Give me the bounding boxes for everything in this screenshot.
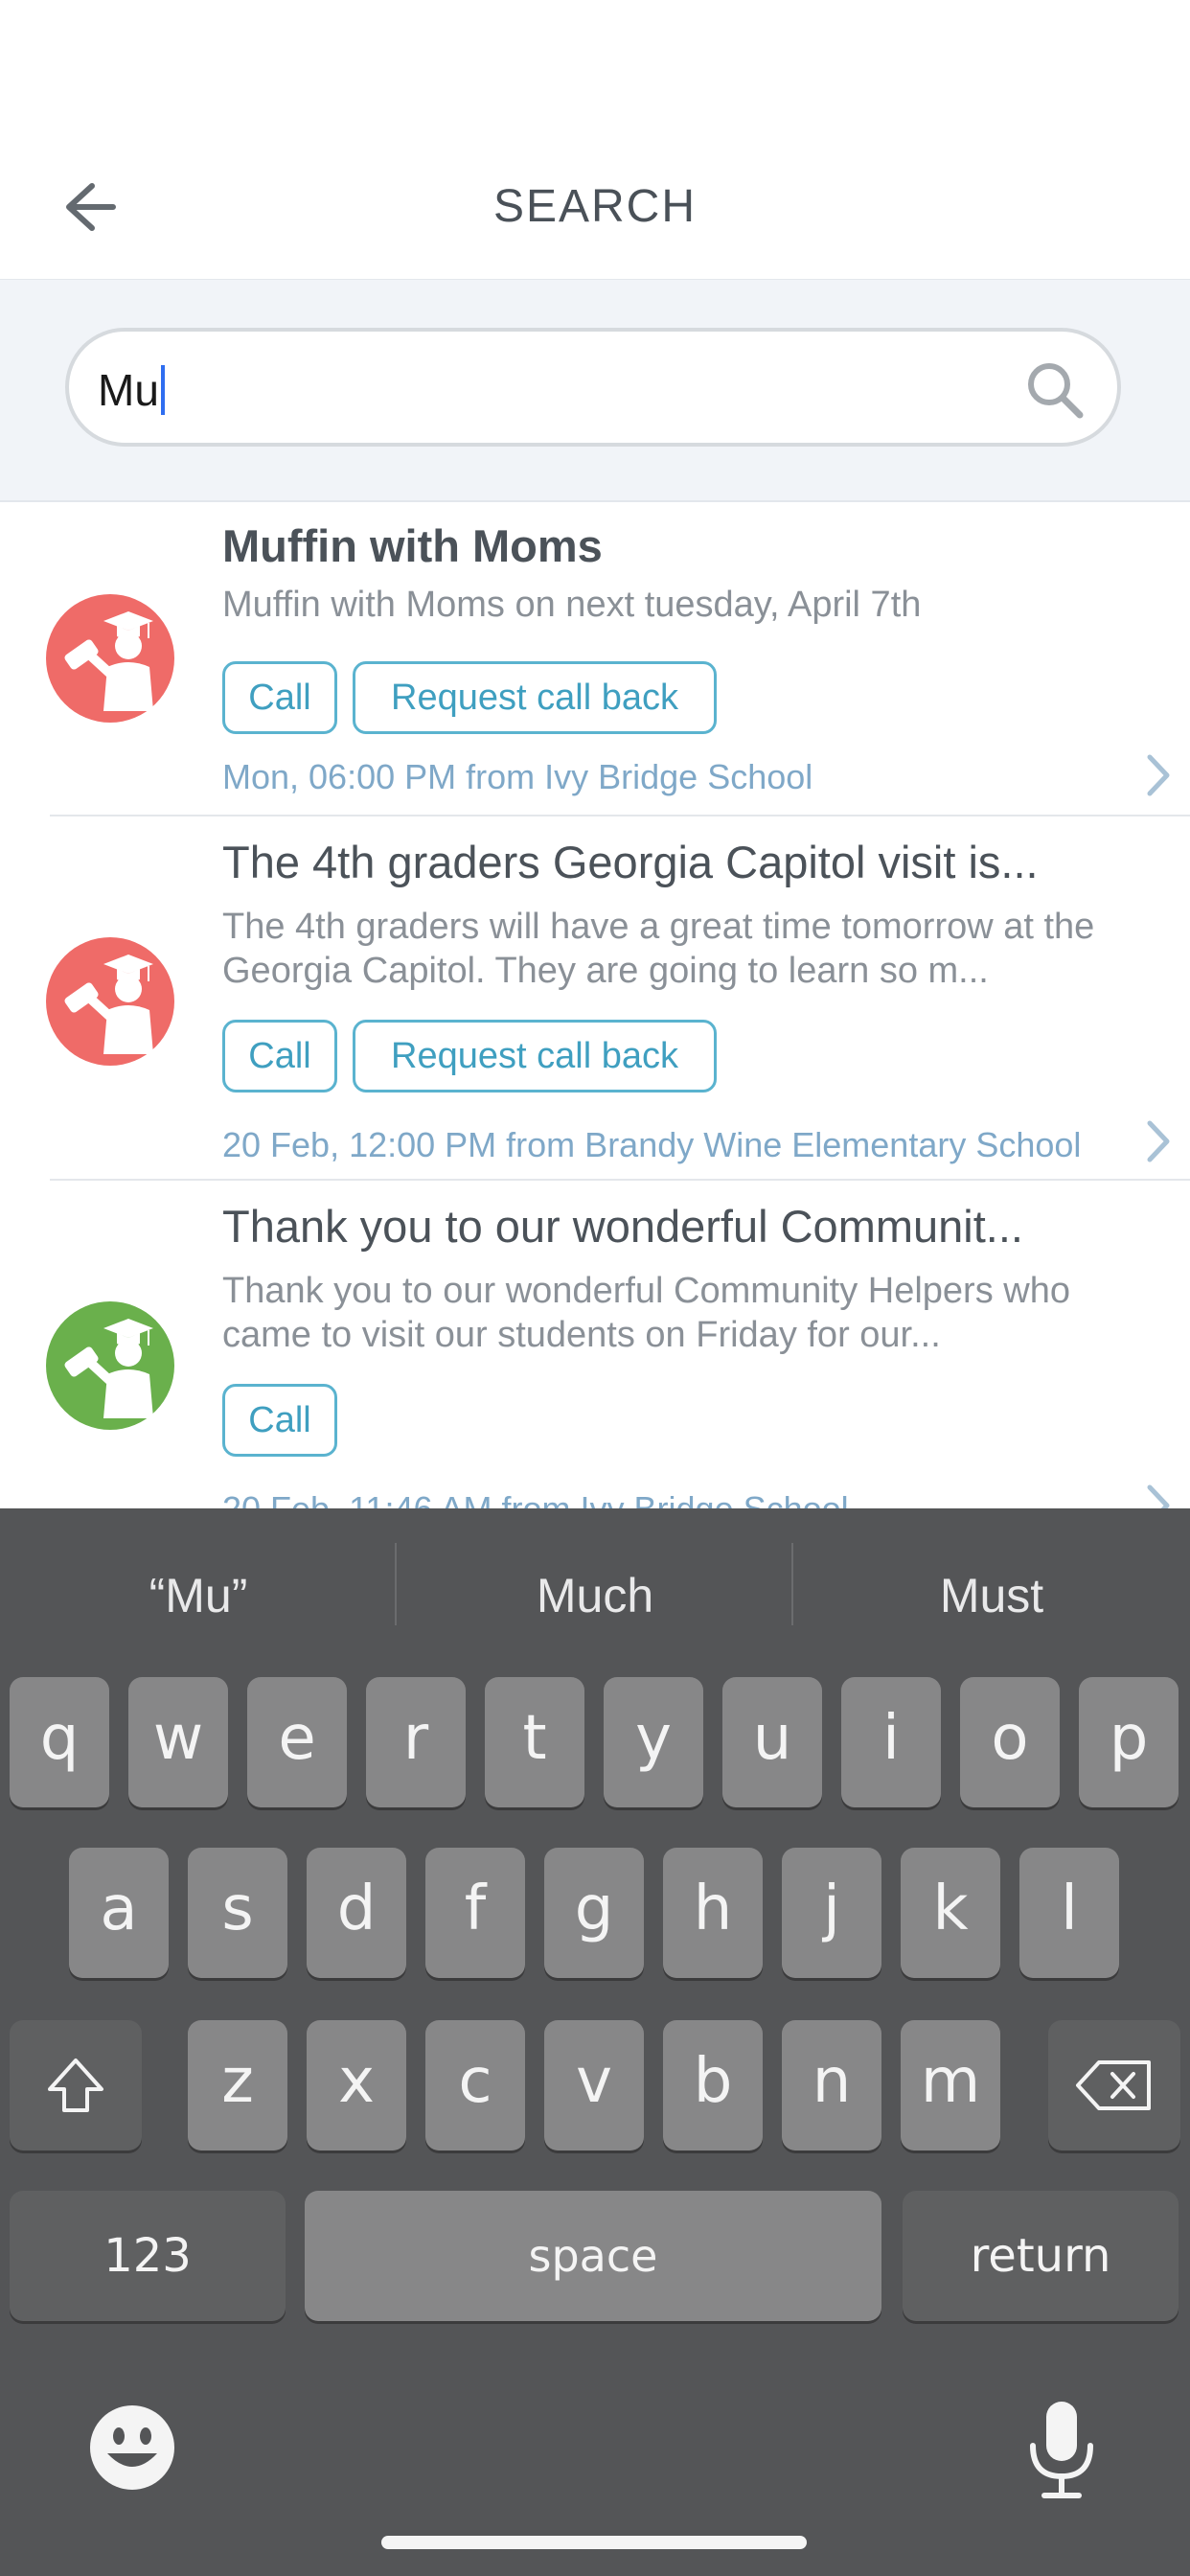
emoji-icon: [90, 2405, 174, 2490]
key-z[interactable]: z: [188, 2020, 287, 2150]
key-h[interactable]: h: [663, 1848, 763, 1978]
key-k[interactable]: k: [901, 1848, 1000, 1978]
key-t[interactable]: t: [485, 1677, 584, 1807]
header: SEARCH: [0, 0, 1190, 281]
graduate-icon: [64, 1319, 153, 1418]
home-indicator[interactable]: [381, 2536, 807, 2549]
key-m[interactable]: m: [901, 2020, 1000, 2150]
shift-key[interactable]: [10, 2020, 142, 2150]
key-g[interactable]: g: [544, 1848, 644, 1978]
result-body: The 4th graders will have a great time t…: [222, 907, 1095, 991]
graduate-icon: [64, 611, 153, 711]
avatar: [46, 594, 174, 723]
graduate-icon: [64, 954, 153, 1054]
avatar: [46, 1301, 174, 1430]
key-v[interactable]: v: [544, 2020, 644, 2150]
key-a[interactable]: a: [69, 1848, 169, 1978]
suggestion-2[interactable]: Much: [397, 1568, 793, 1623]
result-title: The 4th graders Georgia Capitol visit is…: [222, 837, 1039, 887]
suggestion-3[interactable]: Must: [793, 1568, 1190, 1623]
chevron-right-icon[interactable]: [1144, 1484, 1173, 1508]
backspace-icon: [1076, 2060, 1151, 2110]
call-button[interactable]: Call: [222, 661, 337, 734]
result-meta: 20 Feb, 11:46 AM from Ivy Bridge School: [222, 1489, 849, 1508]
key-r[interactable]: r: [366, 1677, 466, 1807]
key-s[interactable]: s: [188, 1848, 287, 1978]
suggestion-1[interactable]: “Mu”: [0, 1568, 397, 1623]
call-button[interactable]: Call: [222, 1384, 337, 1457]
key-i[interactable]: i: [841, 1677, 941, 1807]
key-d[interactable]: d: [307, 1848, 406, 1978]
return-key[interactable]: return: [903, 2191, 1179, 2321]
result-meta: 20 Feb, 12:00 PM from Brandy Wine Elemen…: [222, 1125, 1082, 1164]
result-meta: Mon, 06:00 PM from Ivy Bridge School: [222, 757, 813, 796]
key-j[interactable]: j: [782, 1848, 881, 1978]
result-title: Thank you to our wonderful Communit...: [222, 1201, 1023, 1252]
key-y[interactable]: y: [604, 1677, 703, 1807]
microphone-button[interactable]: [1025, 2398, 1098, 2503]
shift-icon: [48, 2058, 103, 2112]
list-item[interactable]: Thank you to our wonderful Communit... T…: [0, 1181, 1190, 1508]
key-o[interactable]: o: [960, 1677, 1060, 1807]
list-item[interactable]: The 4th graders Georgia Capitol visit is…: [0, 816, 1190, 1181]
search-icon[interactable]: [1025, 360, 1085, 420]
chevron-right-icon[interactable]: [1144, 1119, 1173, 1163]
key-e[interactable]: e: [247, 1677, 347, 1807]
key-c[interactable]: c: [425, 2020, 525, 2150]
key-x[interactable]: x: [307, 2020, 406, 2150]
result-body: Muffin with Moms on next tuesday, April …: [222, 585, 922, 625]
request-call-back-button[interactable]: Request call back: [353, 1020, 717, 1092]
key-p[interactable]: p: [1079, 1677, 1179, 1807]
key-q[interactable]: q: [10, 1677, 109, 1807]
numbers-key[interactable]: 123: [10, 2191, 286, 2321]
backspace-key[interactable]: [1048, 2020, 1180, 2150]
search-input-value: Mu: [98, 364, 165, 416]
microphone-icon: [1030, 2402, 1093, 2498]
results-list: Muffin with Moms Muffin with Moms on nex…: [0, 502, 1190, 1508]
page-title: SEARCH: [492, 181, 698, 232]
search-area: Mu: [0, 280, 1190, 502]
key-u[interactable]: u: [722, 1677, 822, 1807]
emoji-button[interactable]: [86, 2402, 178, 2494]
text-caret: [160, 365, 165, 415]
keyboard: “Mu” Much Must q w e r t y u i o p a s d…: [0, 1508, 1190, 2576]
search-input[interactable]: Mu: [65, 328, 1121, 447]
call-button[interactable]: Call: [222, 1020, 337, 1092]
result-title: Muffin with Moms: [222, 520, 603, 571]
chevron-right-icon[interactable]: [1144, 753, 1173, 797]
space-key[interactable]: space: [305, 2191, 881, 2321]
avatar: [46, 937, 174, 1066]
result-body: Thank you to our wonderful Community Hel…: [222, 1271, 1070, 1355]
key-w[interactable]: w: [128, 1677, 228, 1807]
key-f[interactable]: f: [425, 1848, 525, 1978]
list-item[interactable]: Muffin with Moms Muffin with Moms on nex…: [0, 502, 1190, 816]
key-l[interactable]: l: [1019, 1848, 1119, 1978]
key-n[interactable]: n: [782, 2020, 881, 2150]
request-call-back-button[interactable]: Request call back: [353, 661, 717, 734]
key-b[interactable]: b: [663, 2020, 763, 2150]
